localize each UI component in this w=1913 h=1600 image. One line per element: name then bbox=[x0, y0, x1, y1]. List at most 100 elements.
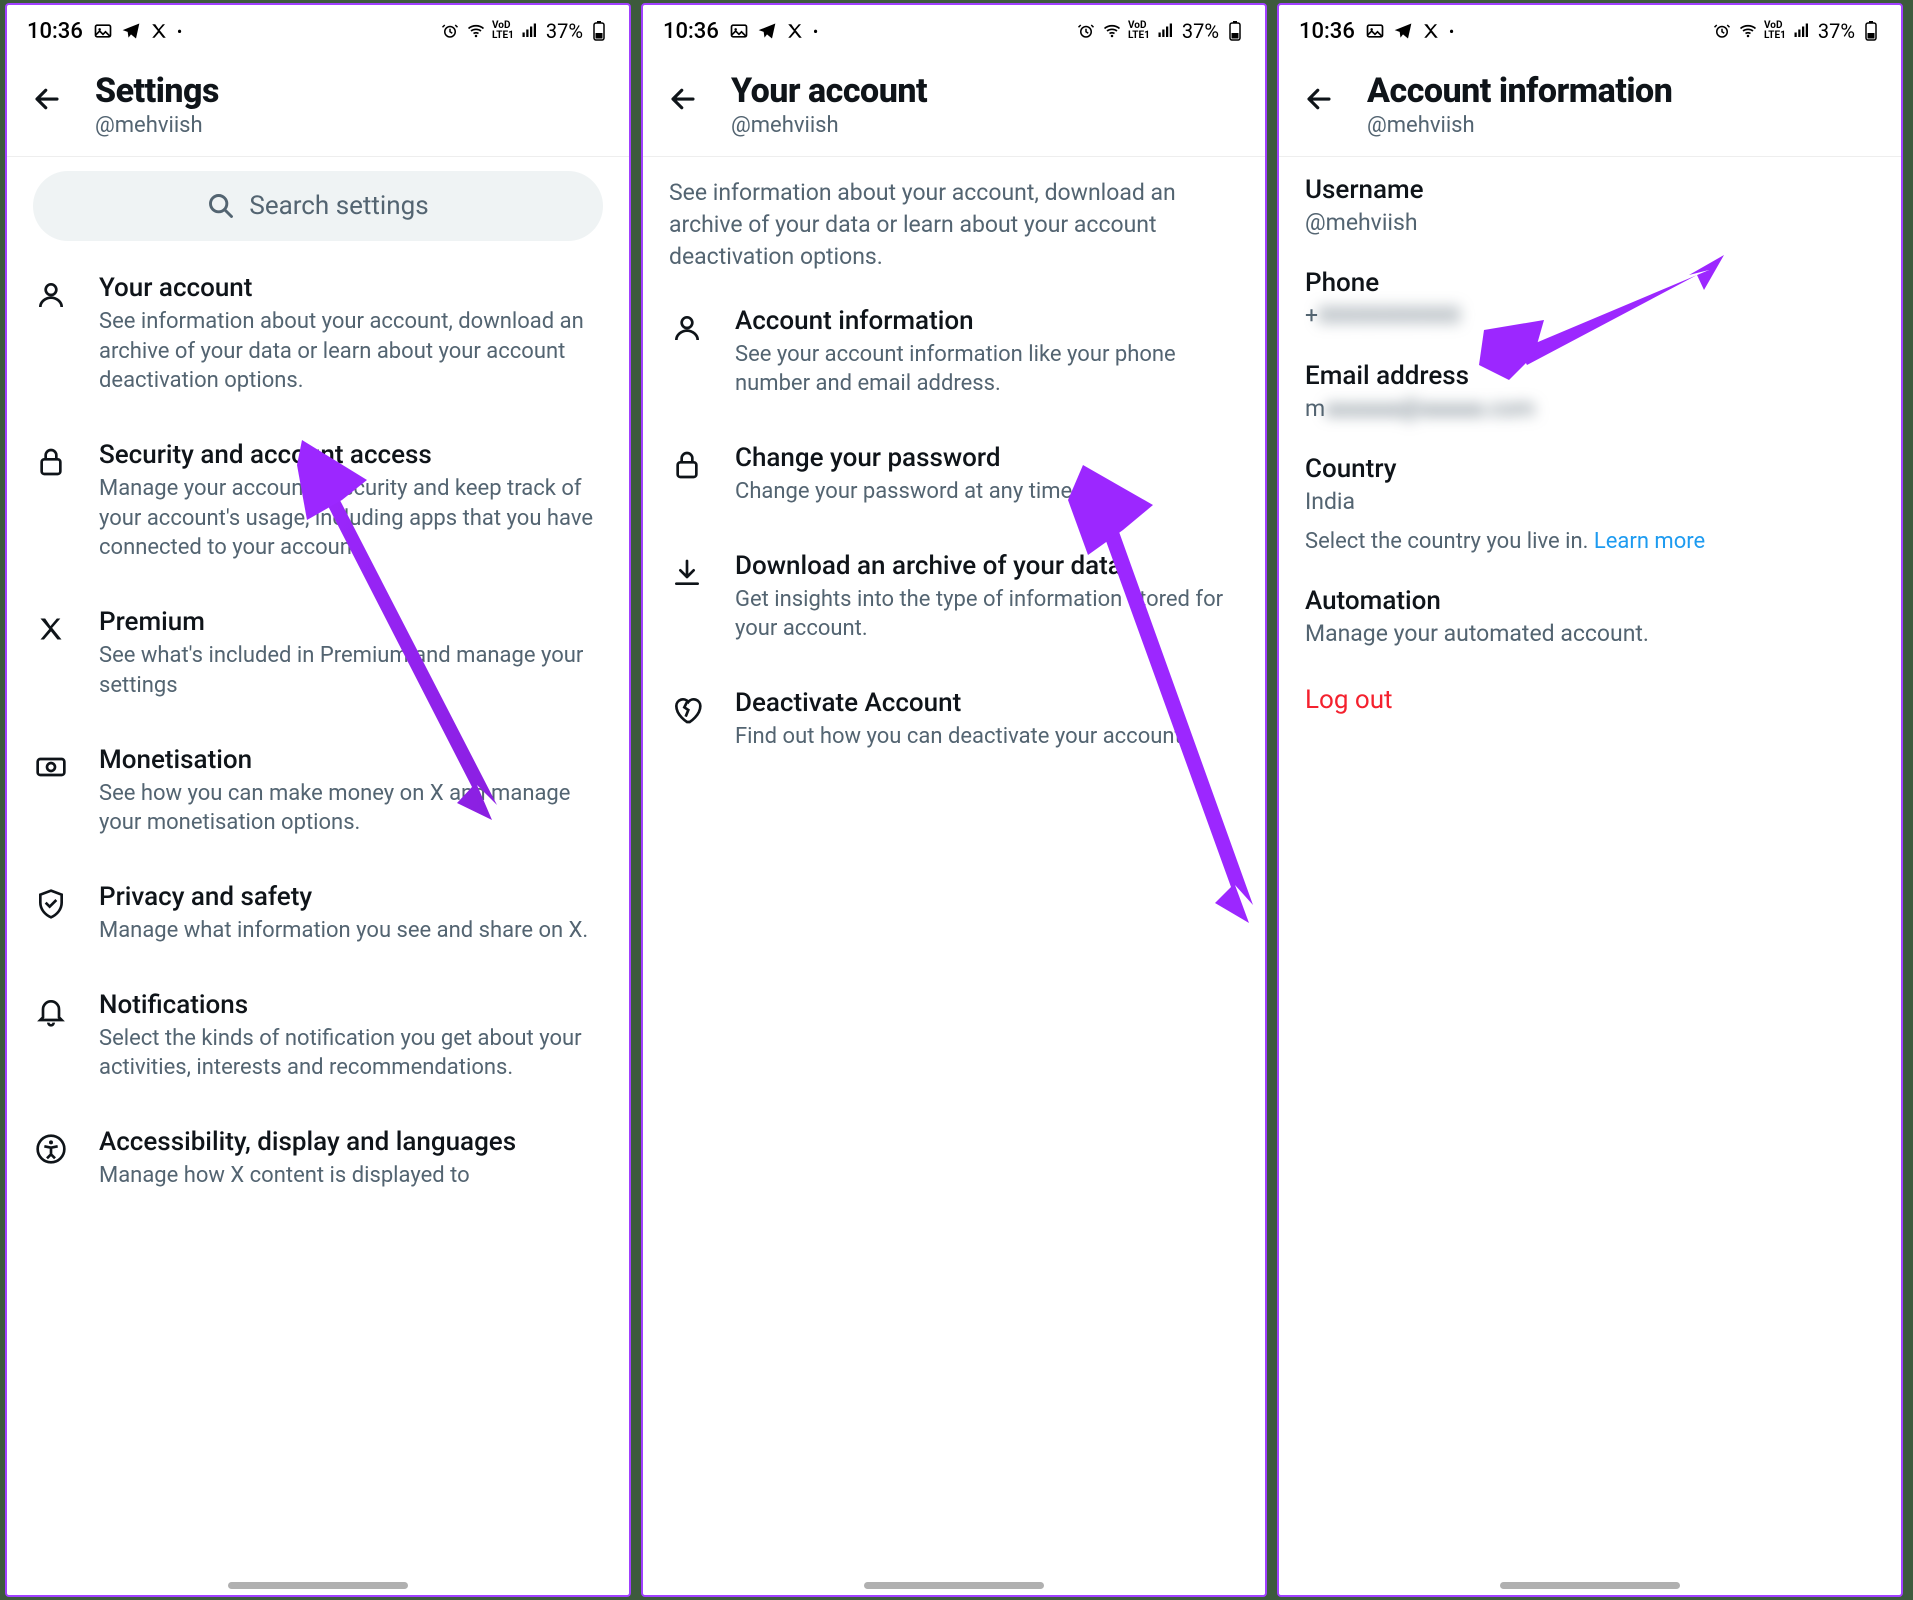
account-item-deactivate[interactable]: Deactivate AccountFind out how you can d… bbox=[643, 666, 1265, 774]
item-title: Account information bbox=[735, 306, 1239, 336]
settings-item-security[interactable]: Security and account accessManage your a… bbox=[7, 418, 629, 585]
item-title: Change your password bbox=[735, 443, 1239, 473]
info-label: Country bbox=[1305, 454, 1875, 484]
item-title: Premium bbox=[99, 607, 603, 637]
wifi-icon bbox=[1102, 21, 1122, 41]
item-title: Privacy and safety bbox=[99, 882, 603, 912]
arrow-left-icon bbox=[668, 84, 698, 114]
settings-item-privacy[interactable]: Privacy and safety Manage what informatio… bbox=[7, 860, 629, 968]
item-title: Download an archive of your data bbox=[735, 551, 1239, 581]
signal-icon bbox=[520, 21, 540, 41]
item-desc: Select the kinds of notification you get… bbox=[99, 1024, 603, 1083]
alarm-icon bbox=[1076, 21, 1096, 41]
signal-icon bbox=[1156, 21, 1176, 41]
alarm-icon bbox=[1712, 21, 1732, 41]
phone-redacted: 00000000000 bbox=[1318, 302, 1460, 329]
volte-icon: VoDLTE1 bbox=[492, 21, 514, 41]
info-value: maaaaaa@aaaaa.com bbox=[1305, 395, 1875, 422]
your-account-screen: 10:36 • VoDLTE1 37% Your account @mehvii… bbox=[641, 3, 1267, 1597]
settings-item-premium[interactable]: Premium See what's included in Premium an… bbox=[7, 585, 629, 722]
item-title: Notifications bbox=[99, 990, 603, 1020]
account-item-password[interactable]: Change your passwordChange your password… bbox=[643, 421, 1265, 529]
info-automation[interactable]: Automation Manage your automated account… bbox=[1279, 568, 1901, 661]
info-label: Automation bbox=[1305, 586, 1875, 616]
logout-button[interactable]: Log out bbox=[1279, 661, 1901, 739]
item-title: Your account bbox=[99, 273, 603, 303]
telegram-icon bbox=[121, 21, 141, 41]
wifi-icon bbox=[466, 21, 486, 41]
page-handle: @mehviish bbox=[731, 113, 927, 138]
info-username[interactable]: Username @mehviish bbox=[1279, 157, 1901, 250]
image-icon bbox=[1365, 21, 1385, 41]
status-time: 10:36 bbox=[1299, 19, 1355, 44]
status-time: 10:36 bbox=[27, 19, 83, 44]
email-redacted: aaaaaa@aaaaa.com bbox=[1325, 395, 1535, 422]
x-logo-icon bbox=[33, 611, 69, 647]
settings-item-notifications[interactable]: Notifications Select the kinds of notific… bbox=[7, 968, 629, 1105]
settings-item-accessibility[interactable]: Accessibility, display and languages Mana… bbox=[7, 1105, 629, 1213]
settings-item-your-account[interactable]: Your account See information about your a… bbox=[7, 251, 629, 418]
accessibility-icon bbox=[33, 1131, 69, 1167]
info-label: Email address bbox=[1305, 361, 1875, 391]
gesture-bar[interactable] bbox=[1500, 1582, 1680, 1589]
back-button[interactable] bbox=[1299, 79, 1339, 119]
learn-more-link[interactable]: Learn more bbox=[1594, 529, 1705, 554]
search-placeholder: Search settings bbox=[249, 191, 428, 221]
heart-broken-icon bbox=[669, 692, 705, 728]
status-bar: 10:36 • VoDLTE1 37% bbox=[7, 5, 629, 53]
lock-icon bbox=[669, 447, 705, 483]
page-handle: @mehviish bbox=[95, 113, 219, 138]
back-button[interactable] bbox=[27, 79, 67, 119]
more-dot-icon: • bbox=[177, 22, 182, 41]
wifi-icon bbox=[1738, 21, 1758, 41]
screen-description: See information about your account, down… bbox=[643, 157, 1265, 284]
status-bar: 10:36 • VoDLTE1 37% bbox=[1279, 5, 1901, 53]
page-handle: @mehviish bbox=[1367, 113, 1672, 138]
status-notif-icons: • bbox=[729, 21, 818, 41]
back-button[interactable] bbox=[663, 79, 703, 119]
info-phone[interactable]: Phone +00000000000 bbox=[1279, 250, 1901, 343]
battery-percent: 37% bbox=[546, 19, 583, 43]
info-extra: Select the country you live in. Learn mo… bbox=[1305, 529, 1875, 554]
page-title: Account information bbox=[1367, 71, 1672, 111]
header: Your account @mehviish bbox=[643, 53, 1265, 157]
search-input[interactable]: Search settings bbox=[33, 171, 603, 241]
lock-icon bbox=[33, 444, 69, 480]
x-logo-icon bbox=[149, 21, 169, 41]
item-desc: See your account information like your p… bbox=[735, 340, 1239, 399]
item-desc: See how you can make money on X and mana… bbox=[99, 779, 603, 838]
battery-percent: 37% bbox=[1182, 19, 1219, 43]
item-desc: Manage what information you see and shar… bbox=[99, 916, 603, 946]
x-logo-icon bbox=[785, 21, 805, 41]
gesture-bar[interactable] bbox=[228, 1582, 408, 1589]
status-bar: 10:36 • VoDLTE1 37% bbox=[643, 5, 1265, 53]
x-logo-icon bbox=[1421, 21, 1441, 41]
page-title: Your account bbox=[731, 71, 927, 111]
item-desc: See what's included in Premium and manag… bbox=[99, 641, 603, 700]
info-value: @mehviish bbox=[1305, 209, 1875, 236]
alarm-icon bbox=[440, 21, 460, 41]
item-desc: See information about your account, down… bbox=[99, 307, 603, 396]
info-value: Manage your automated account. bbox=[1305, 620, 1875, 647]
battery-percent: 37% bbox=[1818, 19, 1855, 43]
item-desc: Get insights into the type of informatio… bbox=[735, 585, 1239, 644]
account-item-info[interactable]: Account information See your account info… bbox=[643, 284, 1265, 421]
info-country[interactable]: Country India Select the country you liv… bbox=[1279, 436, 1901, 568]
money-icon bbox=[33, 749, 69, 785]
info-value: +00000000000 bbox=[1305, 302, 1875, 329]
volte-icon: VoDLTE1 bbox=[1764, 21, 1786, 41]
item-title: Monetisation bbox=[99, 745, 603, 775]
item-title: Accessibility, display and languages bbox=[99, 1127, 603, 1157]
account-item-download[interactable]: Download an archive of your data Get insi… bbox=[643, 529, 1265, 666]
person-icon bbox=[669, 310, 705, 346]
volte-icon: VoDLTE1 bbox=[1128, 21, 1150, 41]
status-time: 10:36 bbox=[663, 19, 719, 44]
gesture-bar[interactable] bbox=[864, 1582, 1044, 1589]
download-icon bbox=[669, 555, 705, 591]
info-email[interactable]: Email address maaaaaa@aaaaa.com bbox=[1279, 343, 1901, 436]
settings-item-monetisation[interactable]: Monetisation See how you can make money o… bbox=[7, 723, 629, 860]
account-info-screen: 10:36 • VoDLTE1 37% Account information … bbox=[1277, 3, 1903, 1597]
status-notif-icons: • bbox=[93, 21, 182, 41]
item-title: Security and account access bbox=[99, 440, 603, 470]
item-desc: Manage how X content is displayed to bbox=[99, 1161, 603, 1191]
